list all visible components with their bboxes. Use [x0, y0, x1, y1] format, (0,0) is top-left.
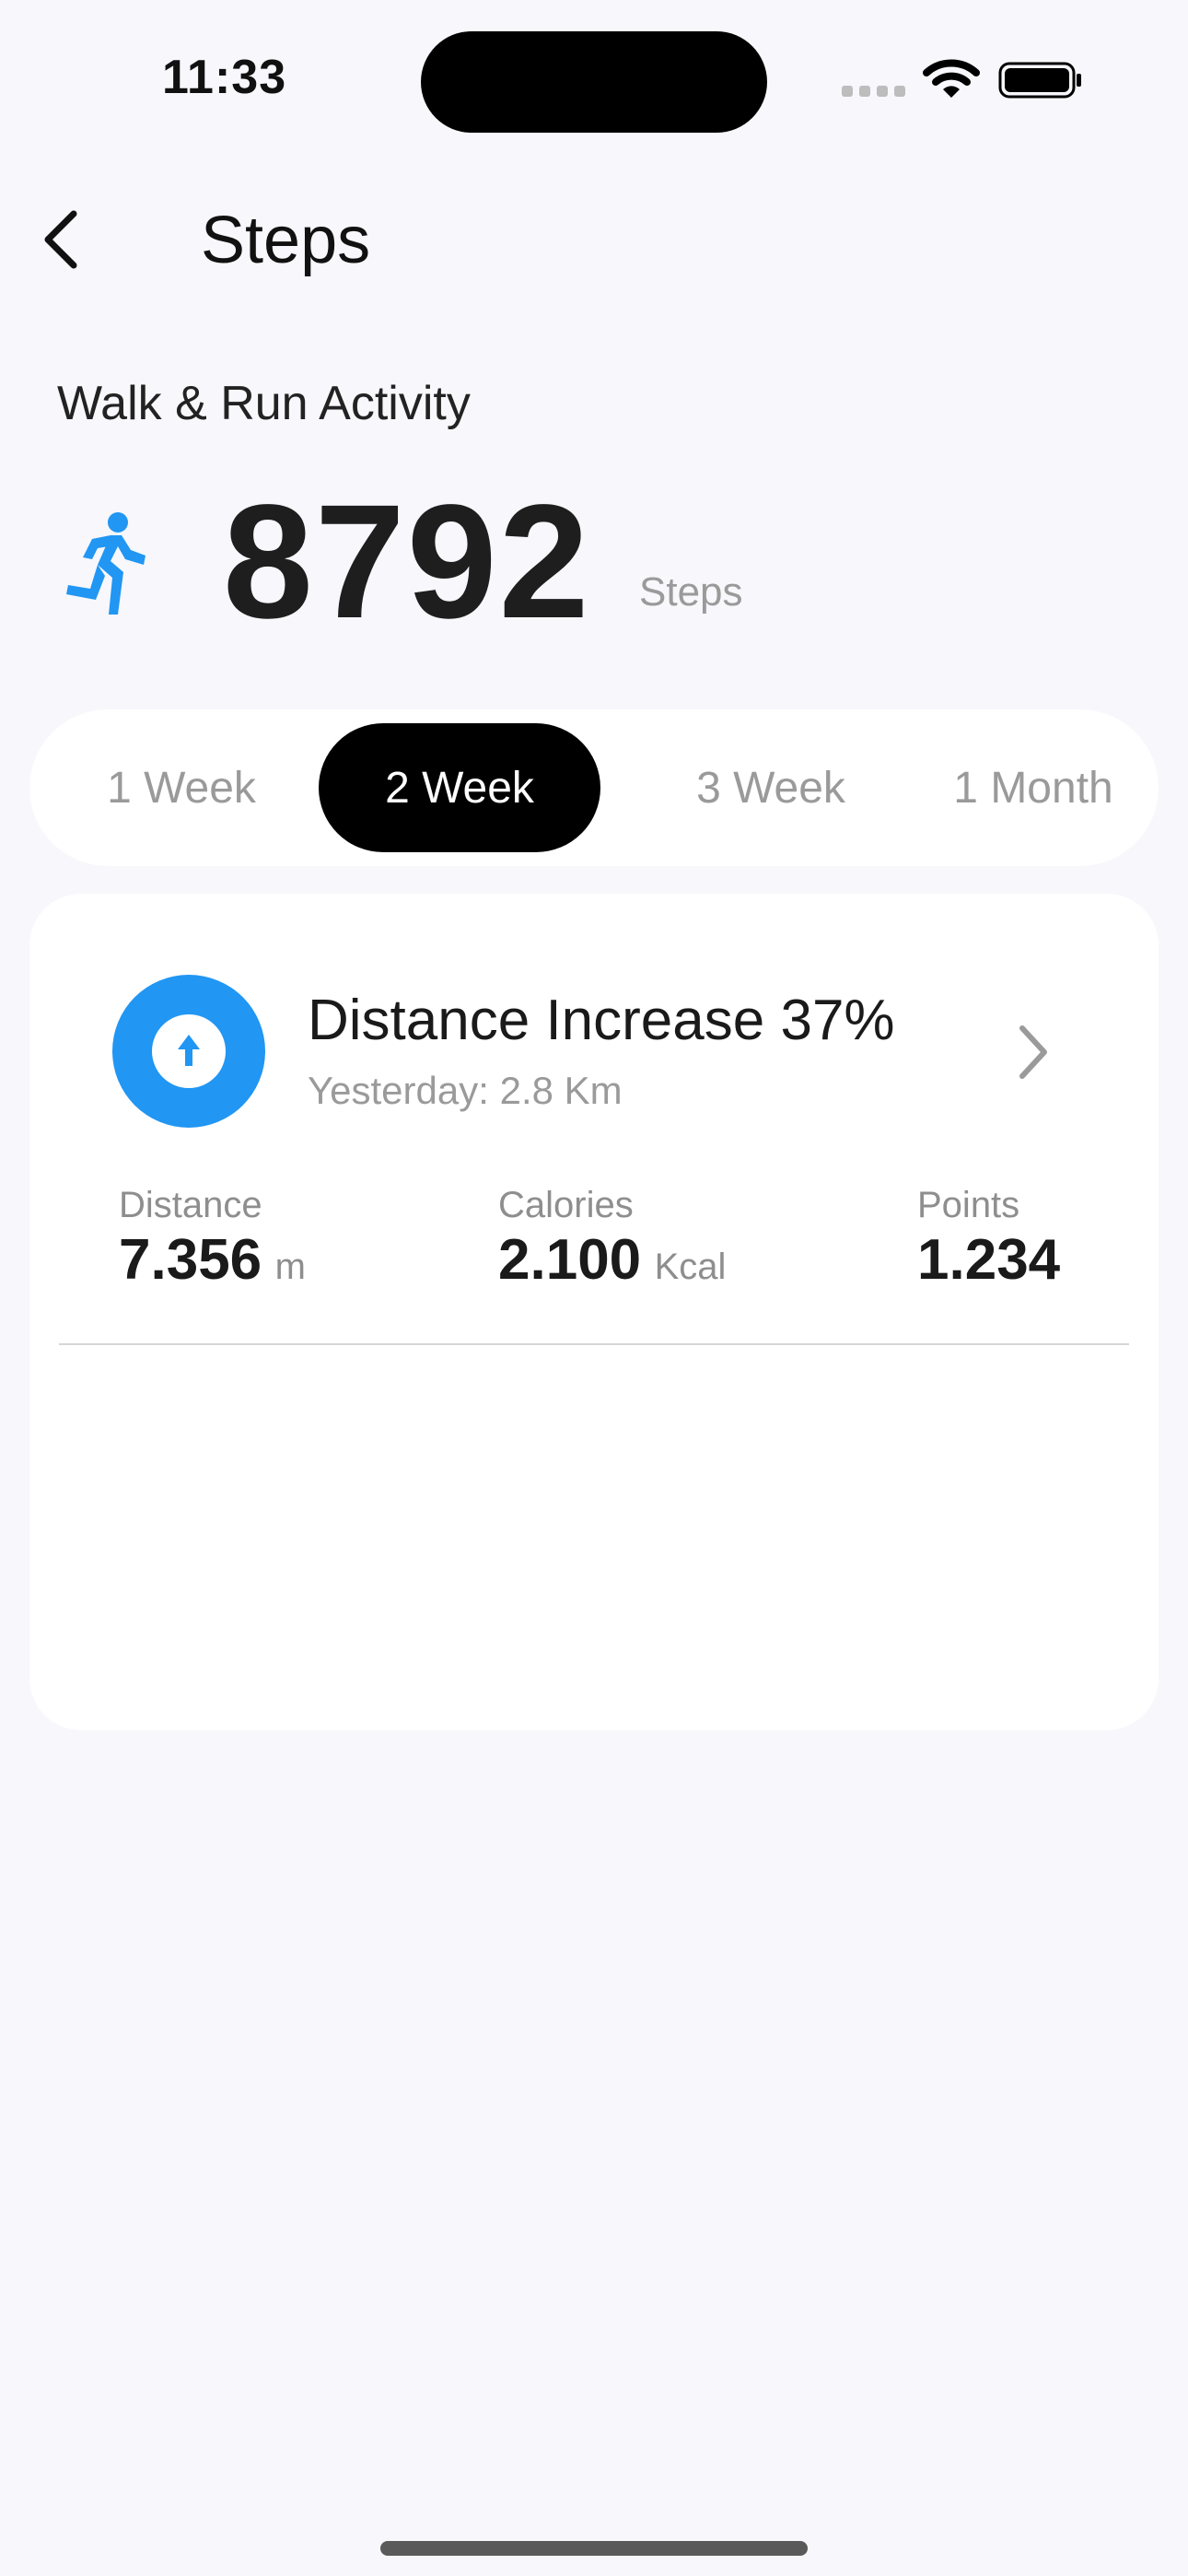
- distance-value: 7.356: [119, 1228, 262, 1292]
- arrow-up-icon: [178, 1035, 200, 1066]
- status-time: 11:33: [162, 51, 287, 104]
- calories-unit: Kcal: [654, 1247, 727, 1287]
- calories-value: 2.100: [498, 1228, 642, 1292]
- page-title: Steps: [201, 204, 371, 277]
- dynamic-island: [421, 31, 767, 133]
- calories-label: Calories: [498, 1185, 634, 1225]
- distance-label: Distance: [119, 1185, 262, 1225]
- steps-count: 8792: [223, 472, 591, 652]
- distance-increase-headline: Distance Increase 37%: [308, 989, 895, 1052]
- chevron-left-icon: [44, 210, 77, 269]
- points-value: 1.234: [917, 1228, 1061, 1292]
- card-divider: [59, 1343, 1129, 1345]
- distance-stat: 7.356 m: [119, 1227, 306, 1293]
- tab-2-week[interactable]: 2 Week: [319, 723, 600, 852]
- trend-badge: [112, 975, 265, 1128]
- period-segmented-control: 1 Week 2 Week 3 Week 1 Month: [29, 709, 1159, 866]
- points-label: Points: [917, 1185, 1020, 1225]
- running-person-icon: [66, 512, 146, 615]
- activity-section-label: Walk & Run Activity: [57, 377, 471, 430]
- battery-icon: [998, 62, 1081, 99]
- calories-stat: 2.100 Kcal: [498, 1227, 726, 1293]
- wifi-icon: [923, 59, 980, 98]
- tab-1-week[interactable]: 1 Week: [48, 723, 315, 852]
- tab-1-month[interactable]: 1 Month: [914, 723, 1153, 852]
- steps-unit: Steps: [639, 569, 743, 615]
- distance-unit: m: [274, 1247, 306, 1287]
- chevron-right-icon[interactable]: [1017, 1023, 1050, 1082]
- tab-3-week[interactable]: 3 Week: [637, 723, 904, 852]
- home-indicator: [380, 2541, 808, 2556]
- points-stat: 1.234: [917, 1227, 1060, 1293]
- back-button[interactable]: [37, 206, 88, 273]
- cellular-signal-icon: [842, 86, 906, 97]
- yesterday-distance: Yesterday: 2.8 Km: [308, 1069, 623, 1112]
